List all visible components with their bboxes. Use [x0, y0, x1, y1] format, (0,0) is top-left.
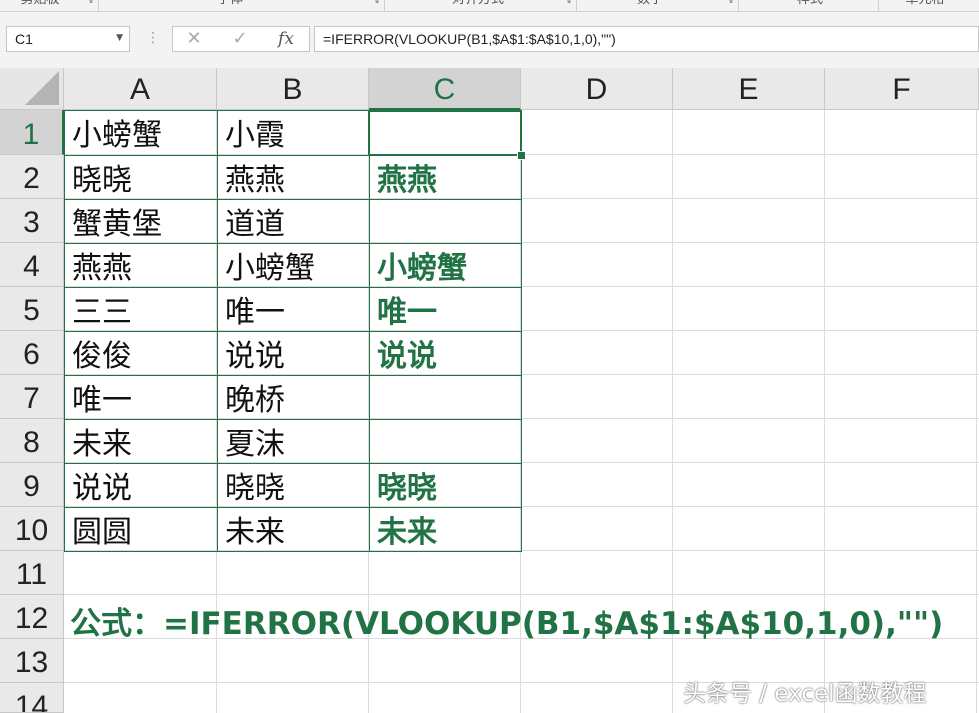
chevron-down-icon[interactable]: ▼ [116, 33, 123, 43]
cell-c6[interactable]: 说说 [369, 331, 522, 376]
resize-grip-icon[interactable]: ⋮ [146, 30, 160, 46]
cell-a8[interactable]: 未来 [64, 419, 218, 464]
formula-input[interactable]: =IFERROR(VLOOKUP(B1,$A$1:$A$10,1,0),"") [314, 26, 979, 52]
row-header-2[interactable]: 2 [0, 155, 64, 199]
column-header-f[interactable]: F [825, 68, 979, 110]
ribbon-separator [878, 0, 879, 11]
cell-b4[interactable]: 小螃蟹 [217, 243, 370, 288]
cell-a4[interactable]: 燕燕 [64, 243, 218, 288]
row-header-13[interactable]: 13 [0, 639, 64, 683]
ribbon-group-alignment: 对齐方式 [438, 0, 518, 11]
formula-note: 公式：=IFERROR(VLOOKUP(B1,$A$1:$A$10,1,0),"… [70, 606, 944, 642]
dialog-launcher-icon[interactable]: ↘ [86, 0, 94, 6]
formula-buttons: ✕ ✓ fx [172, 26, 310, 52]
cell-b9[interactable]: 晓晓 [217, 463, 370, 508]
cell-a1[interactable]: 小螃蟹 [64, 110, 218, 156]
row-header-14[interactable]: 14 [0, 683, 64, 713]
column-header-e[interactable]: E [673, 68, 825, 110]
cell-a5[interactable]: 三三 [64, 287, 218, 332]
cell-c4[interactable]: 小螃蟹 [369, 243, 522, 288]
cell-c9[interactable]: 晓晓 [369, 463, 522, 508]
ribbon-separator [98, 0, 99, 11]
cell-b10[interactable]: 未来 [217, 507, 370, 552]
name-box[interactable]: C1 ▼ [6, 26, 130, 52]
cell-a6[interactable]: 俊俊 [64, 331, 218, 376]
ribbon-group-styles: 样式 [780, 0, 840, 11]
insert-function-button[interactable]: fx [271, 28, 301, 50]
column-header-b[interactable]: B [217, 68, 369, 110]
select-all-button[interactable] [0, 68, 64, 110]
row-header-11[interactable]: 11 [0, 551, 64, 595]
close-icon[interactable]: ✕ [179, 28, 209, 50]
cell-b1[interactable]: 小霞 [217, 110, 370, 156]
row-header-1[interactable]: 1 [0, 110, 64, 155]
cell-a9[interactable]: 说说 [64, 463, 218, 508]
ribbon-group-number: 数字 [620, 0, 680, 11]
column-header-a[interactable]: A [64, 68, 217, 110]
fill-handle[interactable] [517, 151, 526, 160]
row-header-10[interactable]: 10 [0, 507, 64, 551]
cell-c7[interactable] [369, 375, 522, 420]
cell-a3[interactable]: 蟹黄堡 [64, 199, 218, 244]
row-header-4[interactable]: 4 [0, 243, 64, 287]
watermark: 头条号 / excel函数教程 [683, 681, 927, 707]
formula-bar: C1 ▼ ⋮ ✕ ✓ fx =IFERROR(VLOOKUP(B1,$A$1:$… [0, 12, 979, 69]
ribbon-group-cells: 单元格 [890, 0, 960, 11]
cell-a2[interactable]: 晓晓 [64, 155, 218, 200]
cell-c3[interactable] [369, 199, 522, 244]
cell-b3[interactable]: 道道 [217, 199, 370, 244]
row-header-6[interactable]: 6 [0, 331, 64, 375]
select-all-triangle-icon [25, 71, 59, 105]
dialog-launcher-icon[interactable]: ↘ [372, 0, 380, 6]
cell-b8[interactable]: 夏沫 [217, 419, 370, 464]
column-header-d[interactable]: D [521, 68, 673, 110]
cell-b5[interactable]: 唯一 [217, 287, 370, 332]
cell-b2[interactable]: 燕燕 [217, 155, 370, 200]
row-header-8[interactable]: 8 [0, 419, 64, 463]
row-header-7[interactable]: 7 [0, 375, 64, 419]
row-header-3[interactable]: 3 [0, 199, 64, 243]
row-header-9[interactable]: 9 [0, 463, 64, 507]
row-header-5[interactable]: 5 [0, 287, 64, 331]
dialog-launcher-icon[interactable]: ↘ [726, 0, 734, 6]
cell-c8[interactable] [369, 419, 522, 464]
cell-b7[interactable]: 晚桥 [217, 375, 370, 420]
active-cell-selection [368, 110, 522, 156]
cell-a10[interactable]: 圆圆 [64, 507, 218, 552]
ribbon-group-labels: 剪贴板 ↘ 字体 ↘ 对齐方式 ↘ 数字 ↘ 样式 单元格 [0, 0, 979, 12]
name-box-value: C1 [15, 31, 33, 47]
row-header-12[interactable]: 12 [0, 595, 64, 639]
ribbon-separator [576, 0, 577, 11]
ribbon-separator [738, 0, 739, 11]
cell-c2[interactable]: 燕燕 [369, 155, 522, 200]
dialog-launcher-icon[interactable]: ↘ [564, 0, 572, 6]
column-header-c[interactable]: C [369, 68, 521, 110]
cell-c10[interactable]: 未来 [369, 507, 522, 552]
check-icon[interactable]: ✓ [225, 28, 255, 50]
cell-b6[interactable]: 说说 [217, 331, 370, 376]
ribbon-separator [384, 0, 385, 11]
cell-c5[interactable]: 唯一 [369, 287, 522, 332]
ribbon-group-font: 字体 [200, 0, 260, 11]
ribbon-group-clipboard: 剪贴板 [10, 0, 70, 11]
formula-text: =IFERROR(VLOOKUP(B1,$A$1:$A$10,1,0),"") [323, 31, 616, 47]
cell-a7[interactable]: 唯一 [64, 375, 218, 420]
